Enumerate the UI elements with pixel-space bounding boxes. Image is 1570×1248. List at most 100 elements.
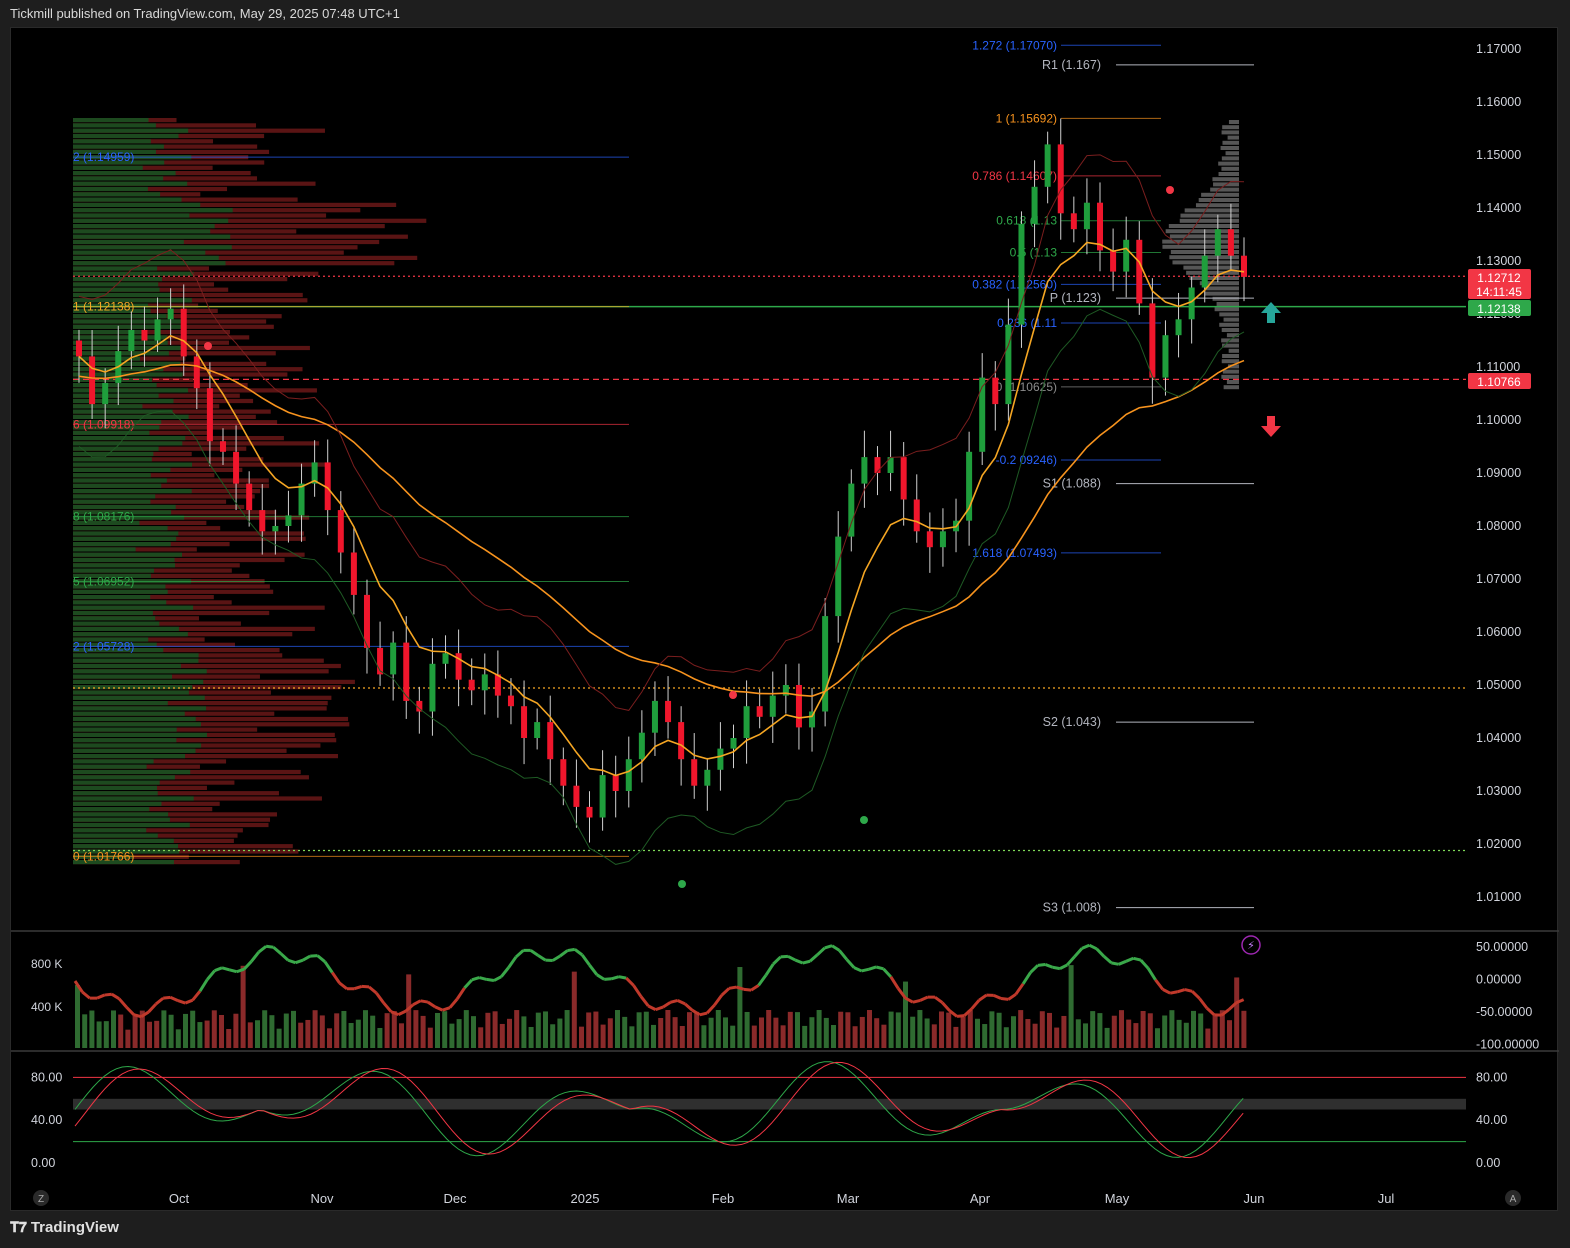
volume-bar [1140,1011,1146,1048]
candle-body [1175,319,1182,336]
candle-body [429,663,436,712]
oscillator-line [868,965,877,971]
volume-profile-bar [73,277,163,282]
volume-profile-bar [73,494,156,499]
oscillator-line [559,949,569,958]
price-axis-tick: 1.14000 [1476,201,1521,215]
oscillator-axis-tick: 50.00000 [1476,940,1528,954]
oscillator-line [1146,967,1157,981]
volume-bar [327,1028,332,1048]
oscillator-line [596,973,606,981]
volume-bar [543,1011,548,1048]
oscillator-line [493,975,502,982]
chart-svg[interactable]: 1.170001.160001.150001.140001.130001.120… [11,28,1559,1212]
candle-body [1149,303,1156,378]
volume-profile-bar [73,669,207,674]
stoch-line [74,1061,1244,1158]
tradingview-footer[interactable]: 𝐓𝟕 TradingView [10,1219,119,1236]
signal-dot [1166,186,1174,194]
time-axis-tick: Nov [310,1191,334,1206]
volume-profile-bar [1223,317,1239,322]
oscillator-line [353,984,363,991]
volume-profile-bar [1221,374,1239,379]
volume-profile-bar [73,128,189,133]
candle-body [573,785,580,807]
price-axis-tick: 1.11000 [1476,360,1520,374]
fib-level-label: 2 (1.14959) [73,150,134,164]
oscillator-line [500,966,510,978]
volume-bar [989,1011,995,1048]
oscillator-line [1037,962,1046,967]
volume-bar [175,1029,181,1048]
volume-bar [737,967,743,1048]
oscillator-line [478,976,487,981]
volume-bar [953,1026,959,1048]
oscillator-line [287,958,296,965]
chart-frame[interactable]: 1.170001.160001.150001.140001.130001.120… [10,27,1559,1212]
oscillator-line [853,966,863,973]
oscillator-line [647,1004,657,1011]
pivot-label: R1 (1.167) [1042,58,1101,72]
volume-profile-bar [73,780,160,785]
volume-bar [1234,977,1240,1048]
volume-profile-bar [73,542,171,547]
volume-bar [651,1024,656,1048]
oscillator-line [809,953,819,963]
volume-bar [802,1025,808,1048]
volume-profile-bar [73,335,168,340]
oscillator-line [133,1013,142,1019]
candle-body [1005,324,1012,405]
volume-bar [1003,1027,1009,1048]
volume-profile-bar [73,287,160,292]
volume-profile-bar [1179,218,1239,223]
oscillator-line [802,959,811,965]
oscillator-line [618,975,627,980]
oscillator-line [934,995,944,1004]
volume-profile-bar [73,292,171,298]
oscillator-line [1139,959,1150,970]
oscillator-line [706,1004,716,1015]
oscillator-line [265,944,274,949]
volume-bar [219,1014,224,1048]
volume-profile-bar [73,436,186,441]
volume-profile-bar [1219,322,1239,327]
volume-bar [1047,1012,1052,1048]
candle-body [651,700,658,733]
volume-bar [442,1011,448,1048]
oscillator-line [588,964,599,976]
volume-bar [694,1011,700,1048]
price-axis-tick: 1.10000 [1476,413,1521,427]
oscillator-line [691,1009,701,1017]
volume-bar [449,1023,455,1048]
oscillator-line [228,968,238,974]
volume-profile-bar [1222,140,1239,145]
volume-profile-bar [1168,224,1239,228]
volume-profile-bar [73,319,181,324]
current-price-tag-text: 14:11:45 [1476,285,1522,299]
volume-profile-bar [73,796,194,801]
candle-body [1110,250,1117,272]
oscillator-line [1014,982,1025,996]
stoch-axis-tick-left: 80.00 [31,1070,62,1084]
volume-bar [744,1011,750,1048]
volume-profile-bar [73,213,190,218]
oscillator-line [1073,947,1084,958]
volume-bar [1039,1011,1045,1048]
oscillator-line [302,954,311,962]
volume-profile-bar [73,557,175,563]
candle-body [89,356,96,405]
volume-profile-bar [73,186,148,192]
pivot-label: S3 (1.008) [1043,901,1101,915]
volume-bar [485,1012,491,1048]
candle-body [285,515,292,526]
volume-bar [838,1011,844,1048]
volume-bar [1176,1019,1182,1048]
volume-profile-bar [73,563,176,568]
oscillator-line [1029,964,1039,974]
oscillator-line [956,1014,965,1018]
oscillator-line [471,976,480,982]
volume-bar [269,1015,275,1048]
volume-profile-bar [73,711,185,716]
oscillator-line [1111,961,1119,966]
oscillator-line [845,958,856,969]
